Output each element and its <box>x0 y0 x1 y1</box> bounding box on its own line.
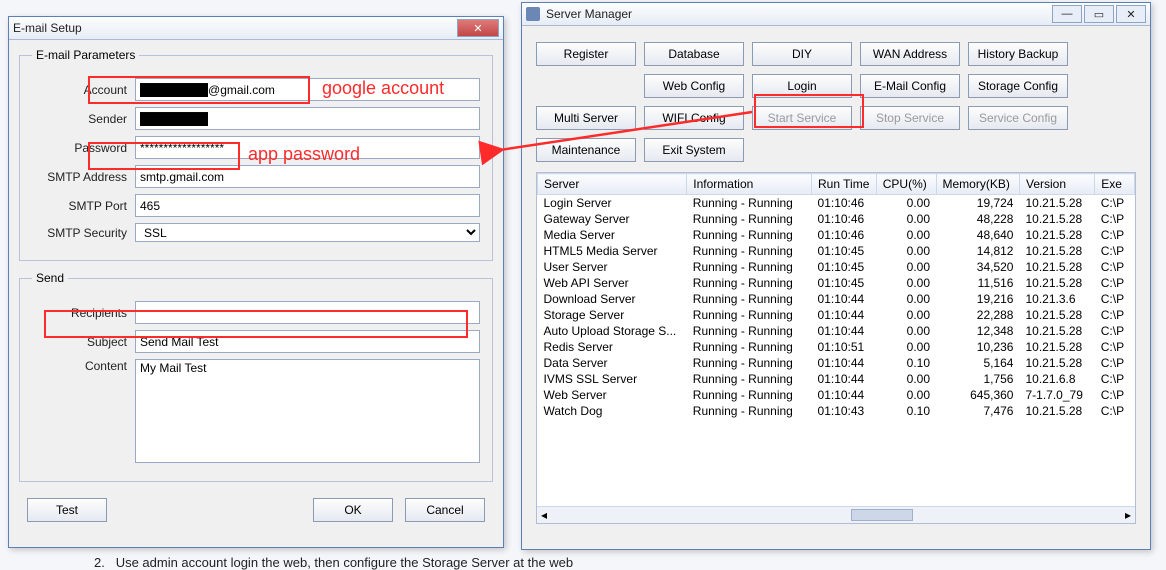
table-row[interactable]: Storage ServerRunning - Running01:10:440… <box>538 307 1135 323</box>
servers-table-container: ServerInformationRun TimeCPU(%)Memory(KB… <box>536 172 1136 524</box>
server-manager-toolbar: Register Database DIY WAN Address Histor… <box>536 38 1136 172</box>
table-row[interactable]: IVMS SSL ServerRunning - Running01:10:44… <box>538 371 1135 387</box>
password-input[interactable] <box>135 136 480 159</box>
table-row[interactable]: HTML5 Media ServerRunning - Running01:10… <box>538 243 1135 259</box>
close-icon[interactable]: ✕ <box>457 19 499 37</box>
sender-input[interactable] <box>135 107 480 130</box>
scrollbar-thumb[interactable] <box>851 509 913 521</box>
send-group: Send Recipients Subject Content My Mail … <box>19 271 493 482</box>
minimize-icon[interactable]: — <box>1052 5 1082 23</box>
account-input[interactable] <box>135 78 480 101</box>
password-label: Password <box>32 141 135 155</box>
cancel-button[interactable]: Cancel <box>405 498 485 522</box>
smtp-port-label: SMTP Port <box>32 199 135 213</box>
table-row[interactable]: Watch DogRunning - Running01:10:430.107,… <box>538 403 1135 419</box>
diy-button[interactable]: DIY <box>752 42 852 66</box>
table-row[interactable]: Web ServerRunning - Running01:10:440.006… <box>538 387 1135 403</box>
table-header[interactable]: Server <box>538 174 687 195</box>
web-config-button[interactable]: Web Config <box>644 74 744 98</box>
table-header[interactable]: Memory(KB) <box>936 174 1019 195</box>
group-legend: Send <box>32 271 68 285</box>
start-service-button[interactable]: Start Service <box>752 106 852 130</box>
table-row[interactable]: Media ServerRunning - Running01:10:460.0… <box>538 227 1135 243</box>
account-label: Account <box>32 83 135 97</box>
maintenance-button[interactable]: Maintenance <box>536 138 636 162</box>
maximize-icon[interactable]: ▭ <box>1084 5 1114 23</box>
recipients-input[interactable] <box>135 301 480 324</box>
wifi-config-button[interactable]: WIFI Config <box>644 106 744 130</box>
table-row[interactable]: Download ServerRunning - Running01:10:44… <box>538 291 1135 307</box>
table-row[interactable]: Redis ServerRunning - Running01:10:510.0… <box>538 339 1135 355</box>
subject-label: Subject <box>32 335 135 349</box>
login-button[interactable]: Login <box>752 74 852 98</box>
table-header[interactable]: Version <box>1019 174 1094 195</box>
window-title: E-mail Setup <box>13 21 82 35</box>
register-button[interactable]: Register <box>536 42 636 66</box>
close-icon[interactable]: ✕ <box>1116 5 1146 23</box>
window-title: Server Manager <box>546 7 632 21</box>
table-header[interactable]: Information <box>687 174 812 195</box>
content-textarea[interactable]: My Mail Test <box>135 359 480 463</box>
table-row[interactable]: Auto Upload Storage S...Running - Runnin… <box>538 323 1135 339</box>
smtp-address-input[interactable] <box>135 165 480 188</box>
email-setup-titlebar[interactable]: E-mail Setup ✕ <box>9 17 503 40</box>
recipients-label: Recipients <box>32 306 135 320</box>
exit-system-button[interactable]: Exit System <box>644 138 744 162</box>
below-note: 2. Use admin account login the web, then… <box>94 555 573 570</box>
database-button[interactable]: Database <box>644 42 744 66</box>
wan-address-button[interactable]: WAN Address <box>860 42 960 66</box>
table-row[interactable]: Web API ServerRunning - Running01:10:450… <box>538 275 1135 291</box>
storage-config-button[interactable]: Storage Config <box>968 74 1068 98</box>
email-parameters-group: E-mail Parameters Account Sender Passwor… <box>19 48 493 261</box>
app-icon <box>526 7 540 21</box>
table-header[interactable]: Run Time <box>812 174 877 195</box>
server-manager-titlebar[interactable]: Server Manager — ▭ ✕ <box>522 3 1150 26</box>
group-legend: E-mail Parameters <box>32 48 139 62</box>
multi-server-button[interactable]: Multi Server <box>536 106 636 130</box>
service-config-button[interactable]: Service Config <box>968 106 1068 130</box>
horizontal-scrollbar[interactable]: ◂ ▸ <box>537 506 1135 523</box>
subject-input[interactable] <box>135 330 480 353</box>
smtp-security-label: SMTP Security <box>32 226 135 240</box>
smtp-address-label: SMTP Address <box>32 170 135 184</box>
sender-label: Sender <box>32 112 135 126</box>
content-label: Content <box>32 359 135 373</box>
smtp-security-select[interactable]: SSL <box>135 223 480 242</box>
server-manager-window: Server Manager — ▭ ✕ Register Database D… <box>521 2 1151 550</box>
table-header[interactable]: Exe <box>1095 174 1135 195</box>
table-row[interactable]: Data ServerRunning - Running01:10:440.10… <box>538 355 1135 371</box>
servers-table[interactable]: ServerInformationRun TimeCPU(%)Memory(KB… <box>537 173 1135 419</box>
email-setup-dialog: E-mail Setup ✕ E-mail Parameters Account… <box>8 16 504 548</box>
stop-service-button[interactable]: Stop Service <box>860 106 960 130</box>
smtp-port-input[interactable] <box>135 194 480 217</box>
history-backup-button[interactable]: History Backup <box>968 42 1068 66</box>
table-header[interactable]: CPU(%) <box>876 174 936 195</box>
table-row[interactable]: Login ServerRunning - Running01:10:460.0… <box>538 195 1135 212</box>
table-row[interactable]: User ServerRunning - Running01:10:450.00… <box>538 259 1135 275</box>
table-row[interactable]: Gateway ServerRunning - Running01:10:460… <box>538 211 1135 227</box>
ok-button[interactable]: OK <box>313 498 393 522</box>
test-button[interactable]: Test <box>27 498 107 522</box>
email-config-button[interactable]: E-Mail Config <box>860 74 960 98</box>
